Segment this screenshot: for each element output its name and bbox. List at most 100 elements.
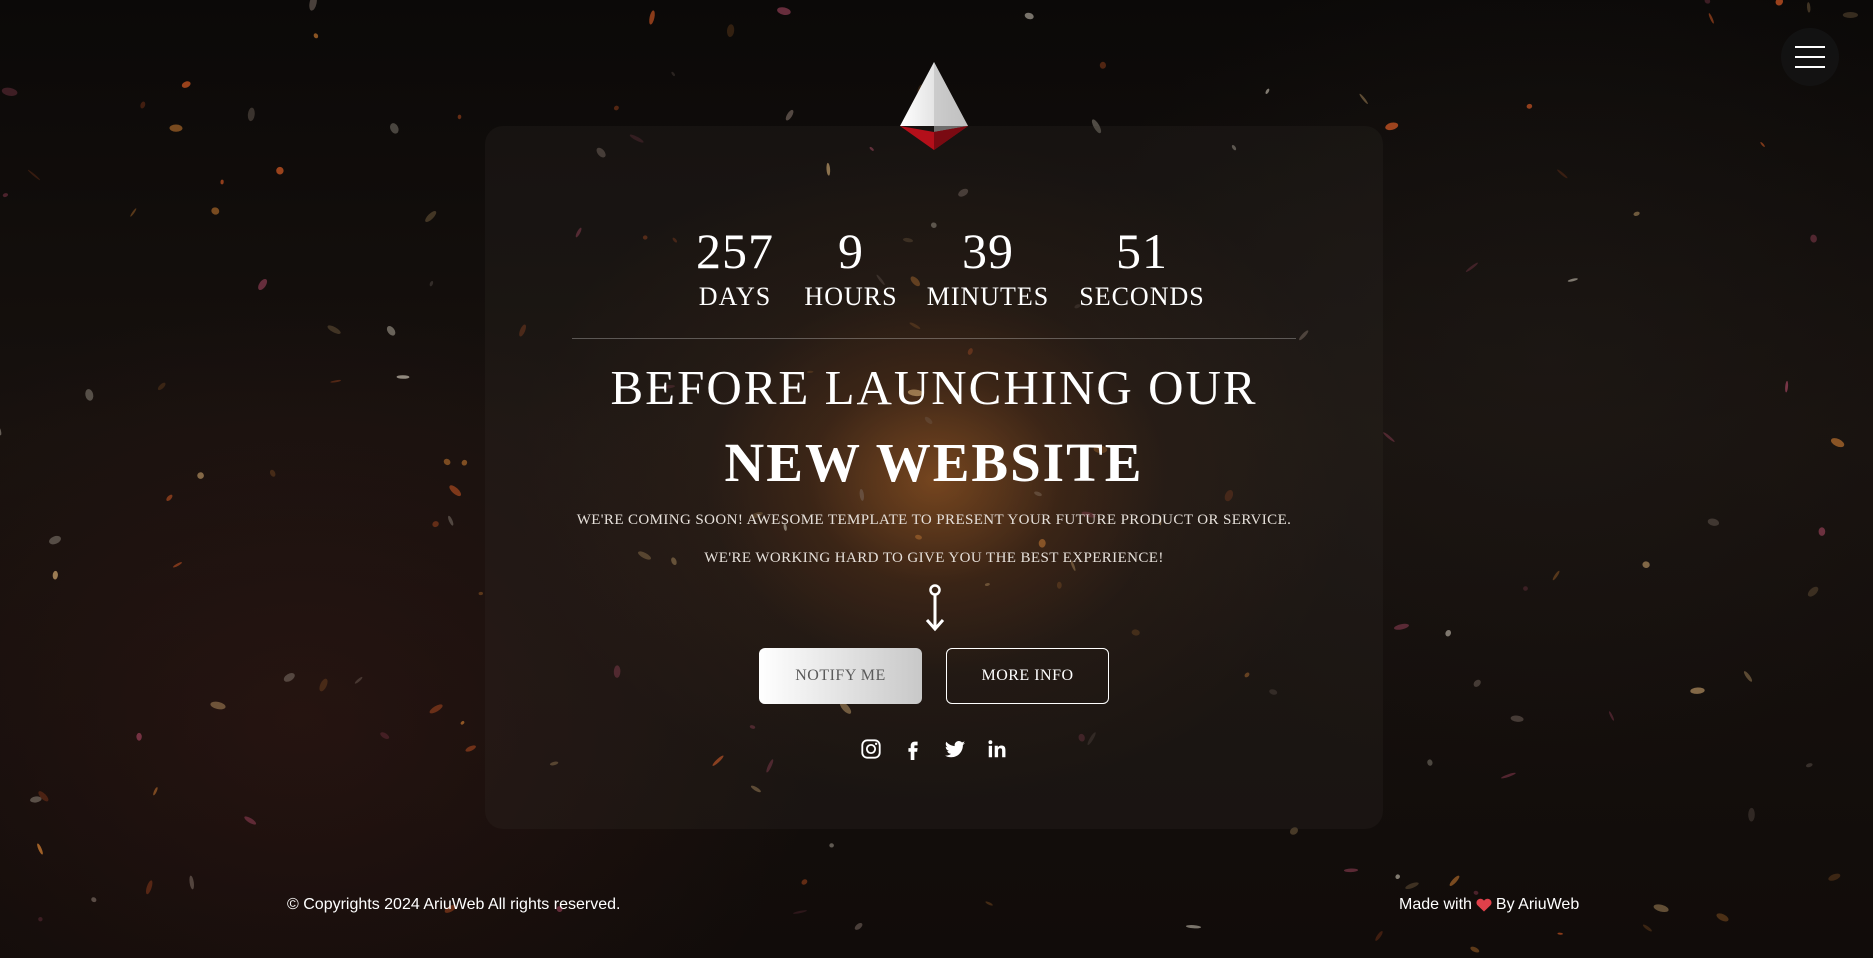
ember-particle [258, 278, 268, 291]
ember-particle [1394, 623, 1409, 630]
made-with-credit: Made with By AriuWeb [1399, 895, 1579, 915]
countdown-days: 257 DAYS [680, 222, 790, 314]
instagram-icon[interactable] [858, 736, 884, 762]
ember-particle [1526, 103, 1533, 109]
countdown-minutes-value: 39 [962, 223, 1014, 279]
ember-particle [396, 375, 410, 379]
countdown-minutes-label: MINUTES [926, 282, 1050, 311]
ember-particle [1828, 873, 1841, 881]
ember-particle [269, 469, 276, 477]
ember-particle [1842, 12, 1858, 18]
ember-particle [1405, 882, 1419, 890]
ember-particle [1, 87, 18, 96]
author-link[interactable]: By AriuWeb [1496, 895, 1579, 915]
ember-particle [244, 816, 257, 825]
ember-particle [1642, 924, 1652, 932]
ember-particle [1633, 211, 1640, 216]
ember-particle [210, 701, 226, 710]
ember-particle [478, 591, 483, 596]
ember-particle [1743, 671, 1753, 682]
pyramid-logo-icon [900, 62, 968, 150]
ember-particle [1099, 61, 1107, 69]
linkedin-icon[interactable] [984, 736, 1010, 762]
countdown-hours: 9 HOURS [790, 222, 912, 314]
ember-particle [1445, 629, 1452, 637]
ember-particle [460, 720, 465, 725]
ember-particle [1704, 0, 1711, 4]
ember-particle [1449, 875, 1460, 886]
ember-particle [189, 875, 194, 890]
ember-particle [1557, 932, 1563, 935]
ember-particle [181, 81, 191, 88]
ember-particle [319, 678, 328, 692]
ember-particle [91, 897, 97, 903]
ember-particle [85, 389, 94, 401]
ember-particle [1501, 772, 1516, 779]
countdown-seconds-label: SECONDS [1079, 282, 1205, 311]
ember-particle [327, 325, 341, 334]
ember-particle [457, 114, 462, 120]
ember-particle [309, 0, 317, 11]
ember-particle [449, 485, 462, 497]
headline-line-2: NEW WEBSITE [724, 432, 1144, 493]
notify-me-button[interactable]: NOTIFY ME [759, 648, 922, 704]
ember-particle [613, 105, 619, 111]
ember-particle [1473, 679, 1481, 687]
ember-particle [247, 107, 255, 122]
countdown-days-value: 257 [696, 223, 774, 279]
ember-particle [1775, 0, 1784, 6]
ember-particle [785, 109, 794, 121]
ember-particle [1185, 925, 1202, 929]
menu-button[interactable] [1781, 28, 1839, 86]
ember-particle [1806, 2, 1811, 13]
ember-particle [130, 208, 137, 217]
ember-particle [354, 676, 363, 684]
ember-particle [425, 210, 437, 223]
ember-particle [380, 732, 390, 739]
ember-particle [1470, 946, 1480, 953]
ember-particle [1806, 763, 1813, 768]
ember-particle [49, 535, 61, 545]
ember-particle [2, 193, 9, 198]
ember-particle [1830, 438, 1845, 448]
ember-particle [461, 459, 468, 466]
ember-particle [390, 123, 399, 134]
ember-particle [1265, 88, 1270, 94]
countdown-hours-label: HOURS [804, 282, 898, 311]
ember-particle [169, 124, 183, 132]
ember-particle [429, 704, 443, 714]
ember-particle [854, 922, 863, 930]
countdown-hours-value: 9 [838, 223, 864, 279]
ember-particle [1359, 93, 1368, 105]
ember-particle [276, 166, 284, 175]
twitter-icon[interactable] [942, 736, 968, 762]
ember-particle [386, 326, 396, 336]
hamburger-icon [1795, 46, 1825, 68]
ember-particle [671, 71, 675, 77]
ember-particle [1690, 687, 1705, 694]
ember-particle [313, 33, 319, 39]
arrow-down-icon [925, 584, 945, 632]
ember-particle [1567, 278, 1578, 282]
divider [572, 338, 1296, 339]
ember-particle [1385, 122, 1399, 131]
ember-particle [166, 494, 173, 501]
ember-particle [777, 7, 791, 15]
ember-particle [1716, 913, 1729, 922]
more-info-button[interactable]: MORE INFO [946, 648, 1109, 704]
ember-particle [1510, 715, 1524, 722]
headline-line-1: BEFORE LAUNCHING OUR [610, 360, 1258, 415]
facebook-icon[interactable] [900, 736, 926, 762]
ember-particle [649, 10, 655, 25]
ember-particle [1707, 518, 1720, 526]
countdown-days-label: DAYS [698, 282, 772, 311]
ember-particle [173, 562, 182, 568]
ember-particle [153, 787, 158, 796]
ember-particle [1807, 586, 1819, 597]
ember-particle [1818, 527, 1826, 536]
ember-particle [211, 207, 220, 215]
ember-particle [1343, 868, 1359, 873]
ember-particle [197, 472, 204, 479]
ember-particle [1810, 234, 1817, 243]
ember-particle [801, 879, 808, 885]
